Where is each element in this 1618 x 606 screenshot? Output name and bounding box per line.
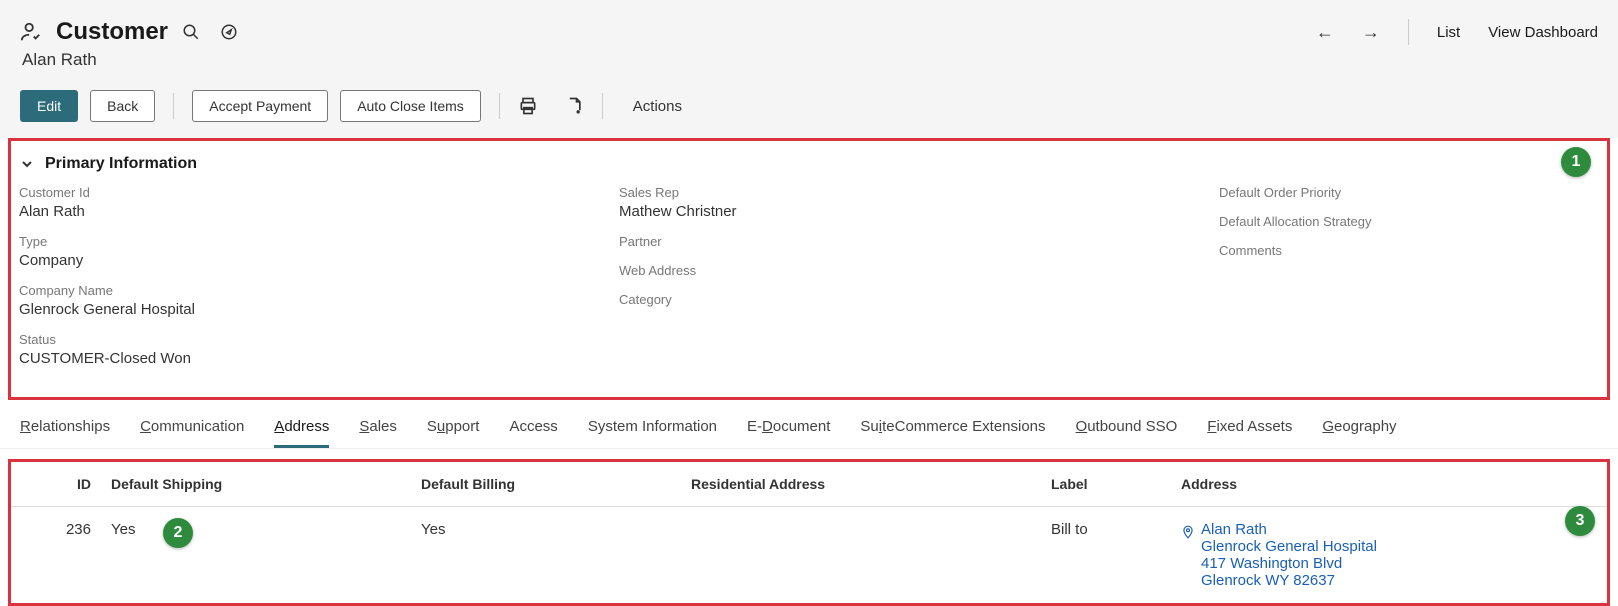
- col-default-shipping: Default Shipping: [101, 462, 411, 507]
- field-label-sales-rep: Sales Rep: [619, 185, 1219, 200]
- toolbar-divider: [602, 93, 603, 119]
- nav-prev-icon[interactable]: ←: [1316, 22, 1334, 43]
- back-button[interactable]: Back: [90, 90, 155, 122]
- table-header-row: ID Default Shipping Default Billing Resi…: [11, 462, 1607, 507]
- field-value-status: CUSTOMER-Closed Won: [19, 350, 619, 367]
- customer-icon: [20, 21, 42, 43]
- annotation-marker-3: 3: [1565, 506, 1595, 536]
- vertical-divider: [1408, 19, 1409, 45]
- cell-address[interactable]: Alan Rath Glenrock General Hospital 417 …: [1171, 507, 1607, 604]
- col-address: Address: [1171, 462, 1607, 507]
- view-dashboard-link[interactable]: View Dashboard: [1488, 24, 1598, 41]
- page-title: Customer: [56, 18, 168, 46]
- actions-menu[interactable]: Actions: [633, 98, 682, 115]
- col-label: Label: [1041, 462, 1171, 507]
- field-label-customer-id: Customer Id: [19, 185, 619, 200]
- addr-line: Glenrock General Hospital: [1201, 538, 1377, 555]
- field-value-customer-id: Alan Rath: [19, 203, 619, 220]
- section-title: Primary Information: [45, 155, 197, 173]
- tab-outbound-sso[interactable]: Outbound SSO: [1076, 418, 1178, 448]
- tab-communication[interactable]: Communication: [140, 418, 244, 448]
- list-link[interactable]: List: [1437, 24, 1460, 41]
- toolbar-divider: [173, 93, 174, 119]
- accept-payment-button[interactable]: Accept Payment: [192, 90, 328, 122]
- col-id: ID: [11, 462, 101, 507]
- table-row[interactable]: 236 Yes Yes Bill to A: [11, 507, 1607, 604]
- tab-address[interactable]: Address: [274, 418, 329, 448]
- edit-button[interactable]: Edit: [20, 90, 78, 122]
- tab-suitecommerce[interactable]: SuiteCommerce Extensions: [860, 418, 1045, 448]
- tab-system-information[interactable]: System Information: [588, 418, 717, 448]
- tab-geography[interactable]: Geography: [1322, 418, 1396, 448]
- addr-line: 417 Washington Blvd: [1201, 555, 1377, 572]
- annotation-marker-2: 2: [163, 518, 193, 548]
- cell-default-shipping: Yes: [101, 507, 411, 604]
- field-value-sales-rep: Mathew Christner: [619, 203, 1219, 220]
- tabs: Relationships Communication Address Sale…: [0, 400, 1618, 449]
- field-label-comments: Comments: [1219, 243, 1559, 258]
- annotation-marker-1: 1: [1561, 147, 1591, 177]
- document-new-icon[interactable]: [564, 96, 584, 116]
- field-label-company-name: Company Name: [19, 283, 619, 298]
- auto-close-items-button[interactable]: Auto Close Items: [340, 90, 481, 122]
- chevron-down-icon[interactable]: [19, 156, 35, 172]
- col-residential: Residential Address: [681, 462, 1041, 507]
- addr-line: Glenrock WY 82637: [1201, 572, 1377, 589]
- field-value-company-name: Glenrock General Hospital: [19, 301, 619, 318]
- field-label-web-address: Web Address: [619, 263, 1219, 278]
- toolbar-divider: [499, 93, 500, 119]
- tab-relationships[interactable]: Relationships: [20, 418, 110, 448]
- compass-icon[interactable]: [220, 23, 238, 41]
- field-label-category: Category: [619, 292, 1219, 307]
- addr-line: Alan Rath: [1201, 521, 1377, 538]
- field-label-status: Status: [19, 332, 619, 347]
- map-pin-icon[interactable]: [1181, 525, 1195, 539]
- cell-default-billing: Yes: [411, 507, 681, 604]
- primary-info-section: 1 Primary Information Customer Id Alan R…: [8, 138, 1610, 400]
- search-icon[interactable]: [182, 23, 200, 41]
- col-default-billing: Default Billing: [411, 462, 681, 507]
- tab-support[interactable]: Support: [427, 418, 480, 448]
- address-table-section: 2 3 ID Default Shipping Default Billing …: [8, 459, 1610, 606]
- cell-label: Bill to: [1041, 507, 1171, 604]
- page-subtitle: Alan Rath: [22, 50, 1598, 70]
- field-value-type: Company: [19, 252, 619, 269]
- cell-id: 236: [11, 507, 101, 604]
- tab-access[interactable]: Access: [509, 418, 557, 448]
- field-label-default-order-priority: Default Order Priority: [1219, 185, 1559, 200]
- nav-next-icon[interactable]: →: [1362, 22, 1380, 43]
- field-label-default-allocation-strategy: Default Allocation Strategy: [1219, 214, 1559, 229]
- field-label-partner: Partner: [619, 234, 1219, 249]
- cell-residential: [681, 507, 1041, 604]
- tab-edocument[interactable]: E-Document: [747, 418, 830, 448]
- field-label-type: Type: [19, 234, 619, 249]
- tab-sales[interactable]: Sales: [359, 418, 397, 448]
- print-icon[interactable]: [518, 96, 538, 116]
- tab-fixed-assets[interactable]: Fixed Assets: [1207, 418, 1292, 448]
